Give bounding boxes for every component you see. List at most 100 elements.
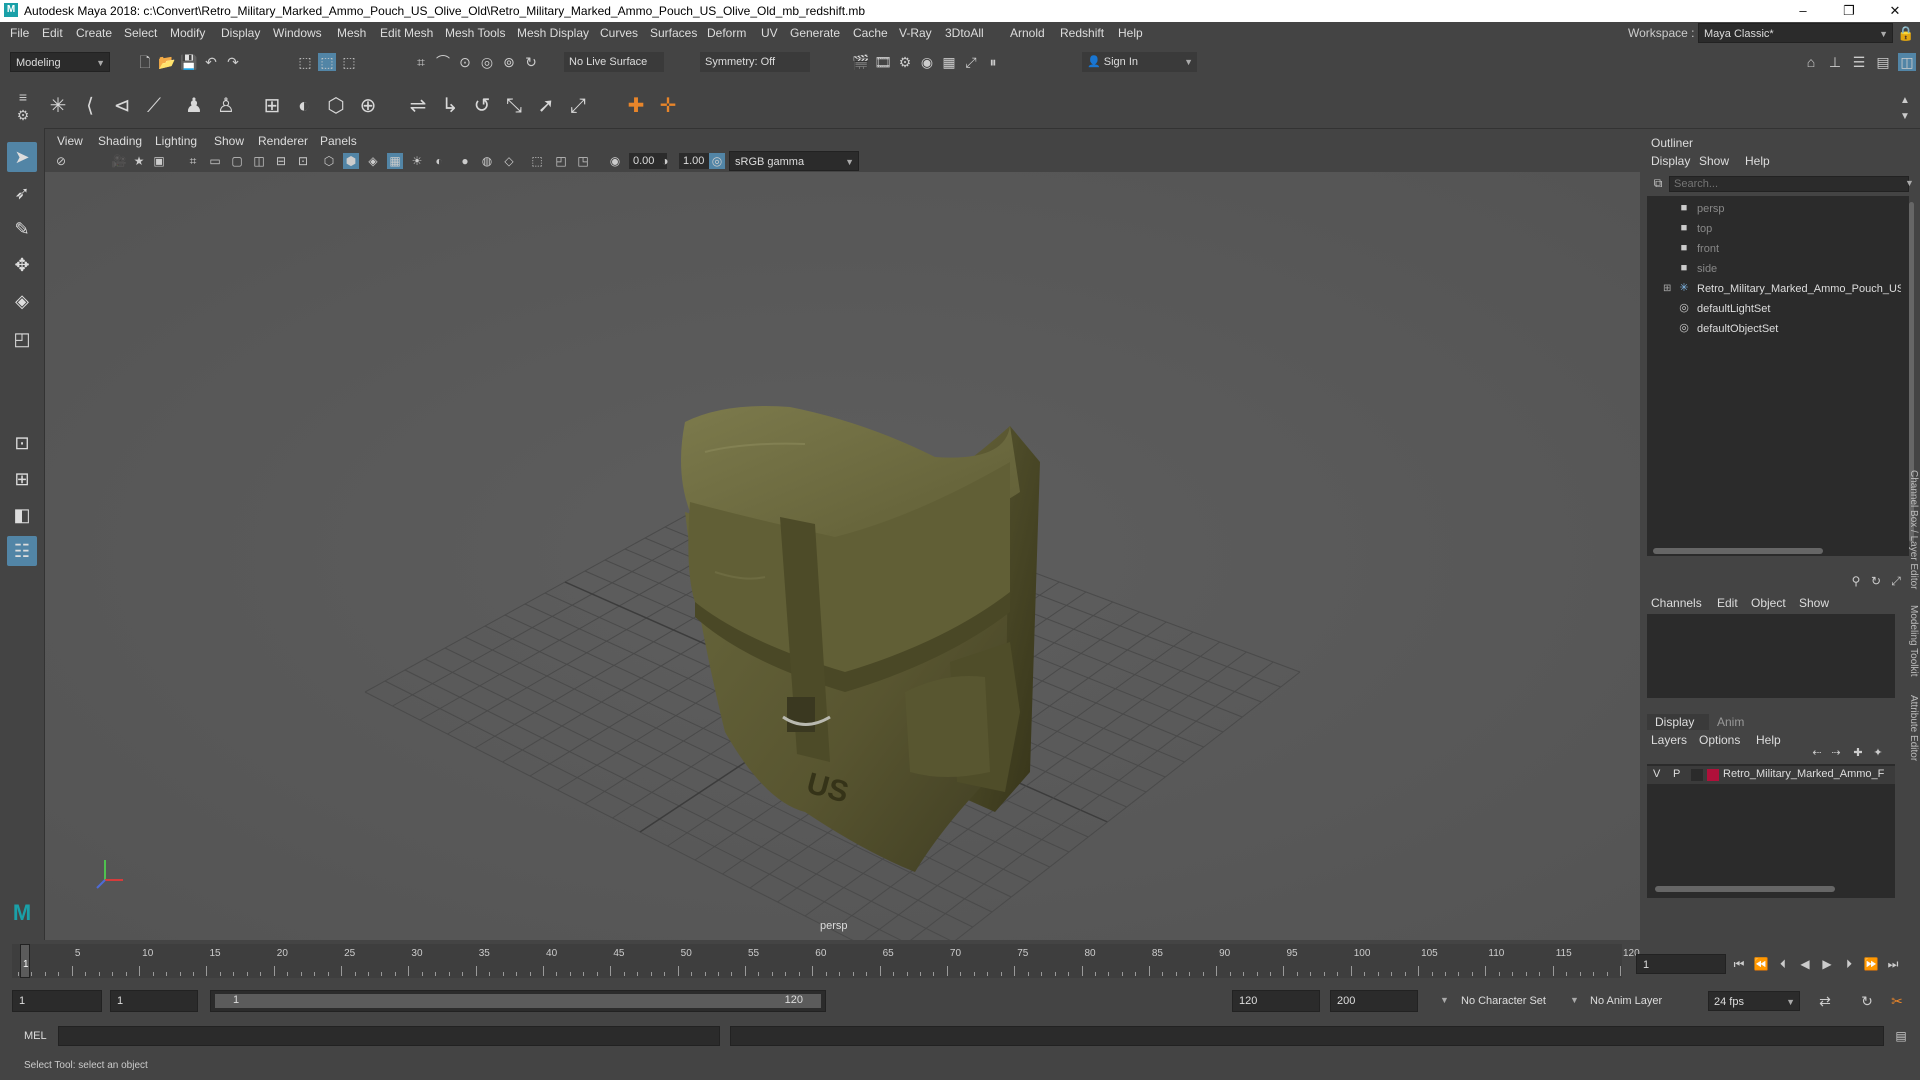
smooth-shade-icon[interactable]: ⬢	[343, 153, 359, 169]
viewport-panel[interactable]: View Shading Lighting Show Renderer Pane…	[45, 130, 1640, 940]
locator-x-icon[interactable]: ✛	[654, 92, 682, 120]
menu-edit[interactable]: Edit	[42, 26, 63, 40]
aim-constraint-icon[interactable]: ➚	[532, 92, 560, 120]
attribute-editor-toggle-icon[interactable]: ⊥	[1826, 53, 1844, 71]
channelbox-menu-edit[interactable]: Edit	[1717, 596, 1738, 610]
menu-edit-mesh[interactable]: Edit Mesh	[380, 26, 433, 40]
film-gate-icon[interactable]: ▭	[207, 153, 223, 169]
gate-mask-icon[interactable]: ◫	[251, 153, 267, 169]
save-scene-icon[interactable]: 💾	[180, 53, 198, 71]
script-editor-icon[interactable]: ▤	[1892, 1027, 1910, 1045]
move-layer-down-icon[interactable]: ⇢	[1827, 744, 1845, 762]
shelf-menu-icon[interactable]: ≡	[14, 88, 32, 106]
animation-start-field[interactable]: 1	[12, 990, 102, 1012]
menu-mesh-tools[interactable]: Mesh Tools	[445, 26, 505, 40]
select-component-icon[interactable]: ⬚	[340, 53, 358, 71]
menu-deform[interactable]: Deform	[707, 26, 746, 40]
command-language-toggle[interactable]: MEL	[24, 1030, 47, 1042]
rs-render-icon[interactable]: ⤢	[962, 53, 980, 71]
layer-hscrollbar[interactable]	[1655, 886, 1835, 892]
single-perspective-layout-icon[interactable]: ⊡	[7, 428, 37, 458]
sign-in-dropdown[interactable]: 👤 Sign In ▼	[1082, 52, 1197, 72]
layer-type-toggle[interactable]	[1691, 769, 1703, 781]
lattice-icon[interactable]: ⬡	[322, 92, 350, 120]
loop-icon[interactable]: ⇄	[1816, 992, 1834, 1010]
snap-live-icon[interactable]: ⊚	[500, 53, 518, 71]
menu-help[interactable]: Help	[1118, 26, 1143, 40]
select-object-icon[interactable]: ⬚	[318, 53, 336, 71]
snap-point-icon[interactable]: ⊙	[456, 53, 474, 71]
safe-action-icon[interactable]: ⊡	[295, 153, 311, 169]
scale-constraint-icon[interactable]: ⤡	[500, 92, 528, 120]
side-tab-channel-box[interactable]: Channel Box / Layer Editor	[1899, 470, 1919, 590]
viewport-menu-shading[interactable]: Shading	[98, 134, 142, 148]
step-back-key-icon[interactable]: ⏪	[1752, 955, 1770, 973]
pause-icon[interactable]: ⏸	[984, 53, 1002, 71]
four-view-layout-icon[interactable]: ⊞	[7, 464, 37, 494]
menu-set-dropdown[interactable]: Modeling ▼	[10, 52, 110, 72]
menu-curves[interactable]: Curves	[600, 26, 638, 40]
outliner-item[interactable]: ◎ defaultLightSet	[1641, 302, 1901, 318]
menu-arnold[interactable]: Arnold	[1010, 26, 1045, 40]
scene-canvas[interactable]: US	[45, 172, 1640, 940]
layer-row[interactable]: V P Retro_Military_Marked_Ammo_F	[1647, 766, 1895, 784]
outliner-hscrollbar[interactable]	[1653, 548, 1823, 554]
menu-cache[interactable]: Cache	[853, 26, 888, 40]
shelf-settings-icon[interactable]: ⚙	[14, 106, 32, 124]
playback-end-field[interactable]: 120	[1232, 990, 1320, 1012]
menu-file[interactable]: File	[10, 26, 29, 40]
tool-settings-toggle-icon[interactable]: ☰	[1850, 53, 1868, 71]
quick-rig-icon[interactable]: ♟	[180, 92, 208, 120]
viewport-menu-panels[interactable]: Panels	[320, 134, 357, 148]
outliner-item[interactable]: ⊞ ✳ Retro_Military_Marked_Ammo_Pouch_US	[1641, 282, 1901, 298]
live-surface-field[interactable]: No Live Surface	[564, 52, 664, 72]
outliner-item[interactable]: ■ side	[1641, 262, 1901, 278]
color-management-icon[interactable]: ◎	[709, 153, 725, 169]
ik-handle-icon[interactable]: ⟨	[76, 92, 104, 120]
menu-windows[interactable]: Windows	[273, 26, 322, 40]
menu-redshift[interactable]: Redshift	[1060, 26, 1104, 40]
wireframe-on-shaded-icon[interactable]: ◈	[365, 153, 381, 169]
outliner-search-input[interactable]	[1669, 176, 1909, 192]
gamma-icon[interactable]: ◑	[657, 153, 673, 169]
snap-grid-icon[interactable]: ⌗	[412, 53, 430, 71]
minimize-button[interactable]: –	[1780, 0, 1826, 22]
menu-mesh-display[interactable]: Mesh Display	[517, 26, 589, 40]
channel-toolbar-icon[interactable]: ⚲	[1847, 572, 1865, 590]
use-all-lights-icon[interactable]: ☀	[409, 153, 425, 169]
go-to-start-icon[interactable]: ⏮	[1730, 955, 1748, 973]
menu-create[interactable]: Create	[76, 26, 112, 40]
open-scene-icon[interactable]: 📂	[158, 53, 176, 71]
viewport-menu-view[interactable]: View	[57, 134, 83, 148]
locator-icon[interactable]: ✚	[622, 92, 650, 120]
parent-constraint-icon[interactable]: ⇌	[404, 92, 432, 120]
xray-icon[interactable]: ◰	[553, 153, 569, 169]
rotate-tool-icon[interactable]: ◈	[7, 286, 37, 316]
motion-blur-icon[interactable]: ◍	[479, 153, 495, 169]
channel-refresh-icon[interactable]: ↻	[1867, 572, 1885, 590]
channelbox-menu-show[interactable]: Show	[1799, 596, 1829, 610]
outliner-menu-help[interactable]: Help	[1745, 154, 1770, 168]
camera-select-icon[interactable]: ⊘	[53, 153, 69, 169]
hypershade-icon[interactable]: ◉	[918, 53, 936, 71]
outliner-item[interactable]: ■ top	[1641, 222, 1901, 238]
move-tool-icon[interactable]: ✥	[7, 250, 37, 280]
bind-skin-icon[interactable]: ⊞	[258, 92, 286, 120]
step-forward-frame-icon[interactable]: ⏵	[1840, 955, 1858, 973]
isolate-select-icon[interactable]: ⬚	[529, 153, 545, 169]
menu-uv[interactable]: UV	[761, 26, 778, 40]
current-frame-field[interactable]: 1	[1636, 954, 1726, 974]
character-set-dropdown[interactable]: No Character Set	[1456, 991, 1566, 1011]
range-slider[interactable]: 1 120	[210, 990, 826, 1012]
play-forward-icon[interactable]: ▶	[1818, 955, 1836, 973]
time-slider[interactable]: 1 5 10 15 20 25 30 35 40 45 50 55 60 65 70 75 80 85 90 95 1…	[0, 940, 1920, 980]
play-backward-icon[interactable]: ◀	[1796, 955, 1814, 973]
step-back-frame-icon[interactable]: ⏴	[1774, 955, 1792, 973]
menu-generate[interactable]: Generate	[790, 26, 840, 40]
symmetry-dropdown[interactable]: Symmetry: Off	[700, 52, 810, 72]
color-space-dropdown[interactable]: sRGB gamma ▼	[729, 151, 859, 171]
outliner-item[interactable]: ■ front	[1641, 242, 1901, 258]
outliner-item[interactable]: ◎ defaultObjectSet	[1641, 322, 1901, 338]
image-plane-icon[interactable]: ▣	[151, 153, 167, 169]
textured-icon[interactable]: ▦	[387, 153, 403, 169]
